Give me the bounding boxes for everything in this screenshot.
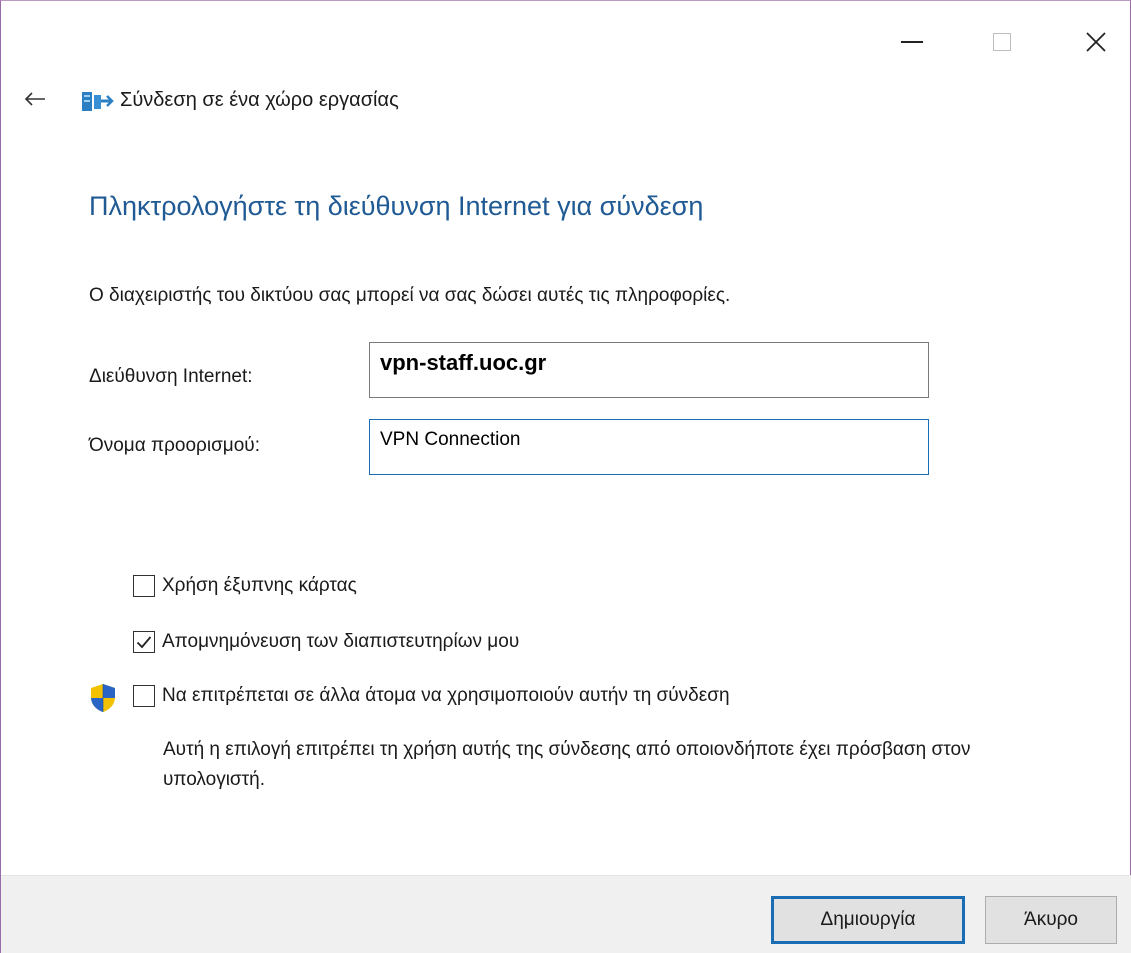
internet-address-label: Διεύθυνση Internet: <box>89 366 253 387</box>
allow-others-checkbox[interactable] <box>133 685 155 707</box>
smart-card-label: Χρήση έξυπνης κάρτας <box>162 575 357 596</box>
smart-card-option[interactable]: Χρήση έξυπνης κάρτας <box>133 575 357 597</box>
destination-name-input[interactable] <box>369 419 929 475</box>
allow-others-label: Να επιτρέπεται σε άλλα άτομα να χρησιμοπ… <box>162 685 730 706</box>
create-button[interactable]: Δημιουργία <box>771 896 965 944</box>
checkmark-icon <box>136 636 152 649</box>
cancel-button[interactable]: Άκυρο <box>985 896 1117 944</box>
page-title: Πληκτρολογήστε τη διεύθυνση Internet για… <box>89 191 704 221</box>
destination-name-label: Όνομα προορισμού: <box>89 435 260 456</box>
maximize-button[interactable] <box>979 19 1025 65</box>
minimize-icon <box>901 41 923 43</box>
minimize-button[interactable] <box>889 19 935 65</box>
remember-credentials-option[interactable]: Απομνημόνευση των διαπιστευτηρίων μου <box>133 631 519 653</box>
maximize-icon <box>993 33 1011 51</box>
close-button[interactable] <box>1073 19 1119 65</box>
dialog-header-title: Σύνδεση σε ένα χώρο εργασίας <box>120 89 399 111</box>
allow-others-note: Αυτή η επιλογή επιτρέπει τη χρήση αυτής … <box>163 739 971 790</box>
network-workplace-icon <box>82 92 114 111</box>
instruction-text: Ο διαχειριστής του δικτύου σας μπορεί να… <box>89 285 731 306</box>
allow-others-option[interactable]: Να επιτρέπεται σε άλλα άτομα να χρησιμοπ… <box>133 685 730 707</box>
back-arrow-icon <box>24 92 45 106</box>
smart-card-checkbox[interactable] <box>133 575 155 597</box>
close-icon <box>1086 32 1106 52</box>
uac-shield-icon <box>91 684 115 712</box>
remember-credentials-checkbox[interactable] <box>133 631 155 653</box>
remember-credentials-label: Απομνημόνευση των διαπιστευτηρίων μου <box>162 631 520 652</box>
vpn-connection-dialog: Σύνδεση σε ένα χώρο εργασίας Πληκτρολογή… <box>0 0 1131 953</box>
back-button[interactable] <box>21 85 49 113</box>
internet-address-input[interactable] <box>369 342 929 398</box>
